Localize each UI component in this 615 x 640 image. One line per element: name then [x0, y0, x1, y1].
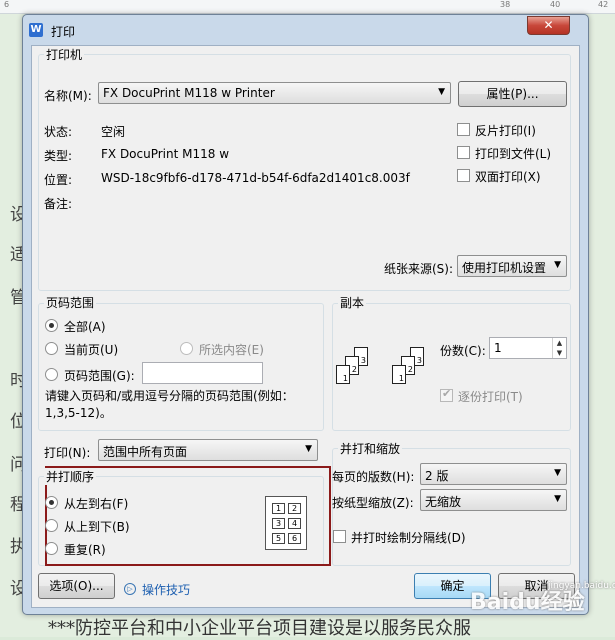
- collate-checkbox[interactable]: ✔: [440, 387, 453, 402]
- zoom-group-label: 并打和缩放: [338, 440, 403, 457]
- order-left-to-right-label[interactable]: 从左到右(F): [64, 495, 128, 512]
- ruler-tick: 40: [550, 0, 561, 9]
- collate-label[interactable]: 逐份打印(T): [458, 388, 523, 405]
- chevron-down-icon: ▼: [438, 87, 445, 97]
- order-cell: 1: [272, 503, 285, 514]
- scale-label: 按纸型缩放(Z):: [332, 496, 414, 510]
- dialog-client: 打印机 名称(M): FX DocuPrint M118 w Printer ▼ …: [31, 45, 580, 608]
- paper-source-select[interactable]: 使用打印机设置 ▼: [457, 255, 567, 277]
- comment-label: 备注:: [44, 197, 73, 211]
- page-range-group-label: 页码范围: [44, 294, 97, 311]
- options-button[interactable]: 选项(O)...: [38, 573, 115, 599]
- page-range-input[interactable]: [142, 362, 263, 384]
- range-all-radio[interactable]: [45, 319, 58, 332]
- range-all-label[interactable]: 全部(A): [64, 318, 106, 335]
- paper-source-value: 使用打印机设置: [462, 261, 547, 275]
- properties-button[interactable]: 属性(P)...: [458, 81, 567, 107]
- dialog-title: 打印: [51, 25, 76, 39]
- close-button[interactable]: ✕: [527, 16, 570, 35]
- printer-name-label: 名称(M):: [44, 89, 92, 103]
- order-repeat-radio[interactable]: [45, 542, 58, 555]
- chevron-down-icon: ▼: [554, 494, 561, 504]
- order-left-to-right-radio[interactable]: [45, 496, 58, 509]
- copies-group-label: 副本: [338, 294, 367, 311]
- pages-per-sheet-label: 每页的版数(H):: [332, 470, 415, 484]
- location-value: WSD-18c9fbf6-d178-471d-b54f-6dfa2d1401c8…: [101, 171, 410, 185]
- page-range-hint: 请键入页码和/或用逗号分隔的页码范围(例如：1,3,5-12)。: [45, 389, 294, 420]
- wps-app-icon: W: [29, 23, 43, 37]
- ruler-tick: 42: [598, 0, 609, 9]
- copies-group: [332, 303, 571, 431]
- print-what-value: 范围中所有页面: [103, 445, 188, 459]
- spin-up-icon[interactable]: ▲: [553, 338, 566, 348]
- order-cell: 5: [272, 533, 285, 544]
- draw-borders-label[interactable]: 并打时绘制分隔线(D): [351, 529, 466, 546]
- range-current-label[interactable]: 当前页(U): [64, 341, 118, 358]
- scale-select[interactable]: 无缩放 ▼: [420, 489, 567, 511]
- print-to-file-checkbox[interactable]: [457, 146, 470, 159]
- type-label: 类型:: [44, 149, 73, 163]
- order-cell: 4: [288, 518, 301, 529]
- range-selection-radio[interactable]: [180, 342, 193, 355]
- ruler-tick: 38: [500, 0, 511, 9]
- printer-group-label: 打印机: [44, 46, 85, 63]
- type-value: FX DocuPrint M118 w: [101, 147, 230, 161]
- reverse-print-label[interactable]: 反片打印(I): [475, 122, 536, 139]
- range-pages-label[interactable]: 页码范围(G):: [64, 367, 135, 384]
- print-order-group-label: 并打顺序: [44, 468, 97, 485]
- duplex-checkbox[interactable]: [457, 169, 470, 182]
- order-cell: 3: [272, 518, 285, 529]
- order-cell: 2: [288, 503, 301, 514]
- chevron-down-icon: ▼: [554, 468, 561, 478]
- printer-name-value: FX DocuPrint M118 w Printer: [103, 86, 275, 100]
- print-what-label: 打印(N):: [44, 446, 91, 460]
- order-top-to-bottom-label[interactable]: 从上到下(B): [64, 518, 130, 535]
- paper-source-label: 纸张来源(S):: [384, 262, 454, 276]
- print-to-file-label[interactable]: 打印到文件(L): [475, 145, 551, 162]
- tips-icon: ▷: [124, 583, 136, 595]
- pages-per-sheet-value: 2 版: [425, 469, 449, 483]
- scale-value: 无缩放: [425, 495, 462, 509]
- range-current-radio[interactable]: [45, 342, 58, 355]
- range-pages-radio[interactable]: [45, 368, 58, 381]
- ruler: 6 38 40 42: [0, 0, 615, 14]
- draw-borders-checkbox[interactable]: [333, 530, 346, 543]
- copies-spinner[interactable]: ▲ ▼: [552, 338, 566, 358]
- title-bar[interactable]: W 打印 ✕: [23, 15, 588, 45]
- order-repeat-label[interactable]: 重复(R): [64, 541, 106, 558]
- pages-per-sheet-select[interactable]: 2 版 ▼: [420, 463, 567, 485]
- tips-link[interactable]: 操作技巧: [142, 581, 190, 598]
- baidu-watermark-url: jingyan.baidu.com: [548, 581, 615, 591]
- location-label: 位置:: [44, 173, 73, 187]
- copies-count-value: 1: [494, 341, 502, 355]
- print-what-select[interactable]: 范围中所有页面 ▼: [98, 439, 318, 461]
- copies-count-label: 份数(C):: [440, 344, 486, 358]
- doc-bottom-line: ***防控平台和中小企业平台项目建设是以服务民众服: [48, 618, 471, 639]
- range-selection-label[interactable]: 所选内容(E): [199, 341, 264, 358]
- chevron-down-icon: ▼: [305, 444, 312, 454]
- order-cell: 6: [288, 533, 301, 544]
- ruler-tick: 6: [4, 0, 10, 9]
- print-dialog: W 打印 ✕ 打印机 名称(M): FX DocuPrint M118 w Pr…: [22, 14, 589, 615]
- status-value: 空闲: [101, 125, 126, 139]
- chevron-down-icon: ▼: [554, 260, 561, 270]
- reverse-print-checkbox[interactable]: [457, 123, 470, 136]
- order-preview: 1 2 3 4 5 6: [265, 496, 307, 550]
- order-top-to-bottom-radio[interactable]: [45, 519, 58, 532]
- status-label: 状态:: [44, 125, 73, 139]
- duplex-label[interactable]: 双面打印(X): [475, 168, 541, 185]
- printer-name-select[interactable]: FX DocuPrint M118 w Printer ▼: [98, 82, 451, 104]
- spin-down-icon[interactable]: ▼: [553, 348, 566, 358]
